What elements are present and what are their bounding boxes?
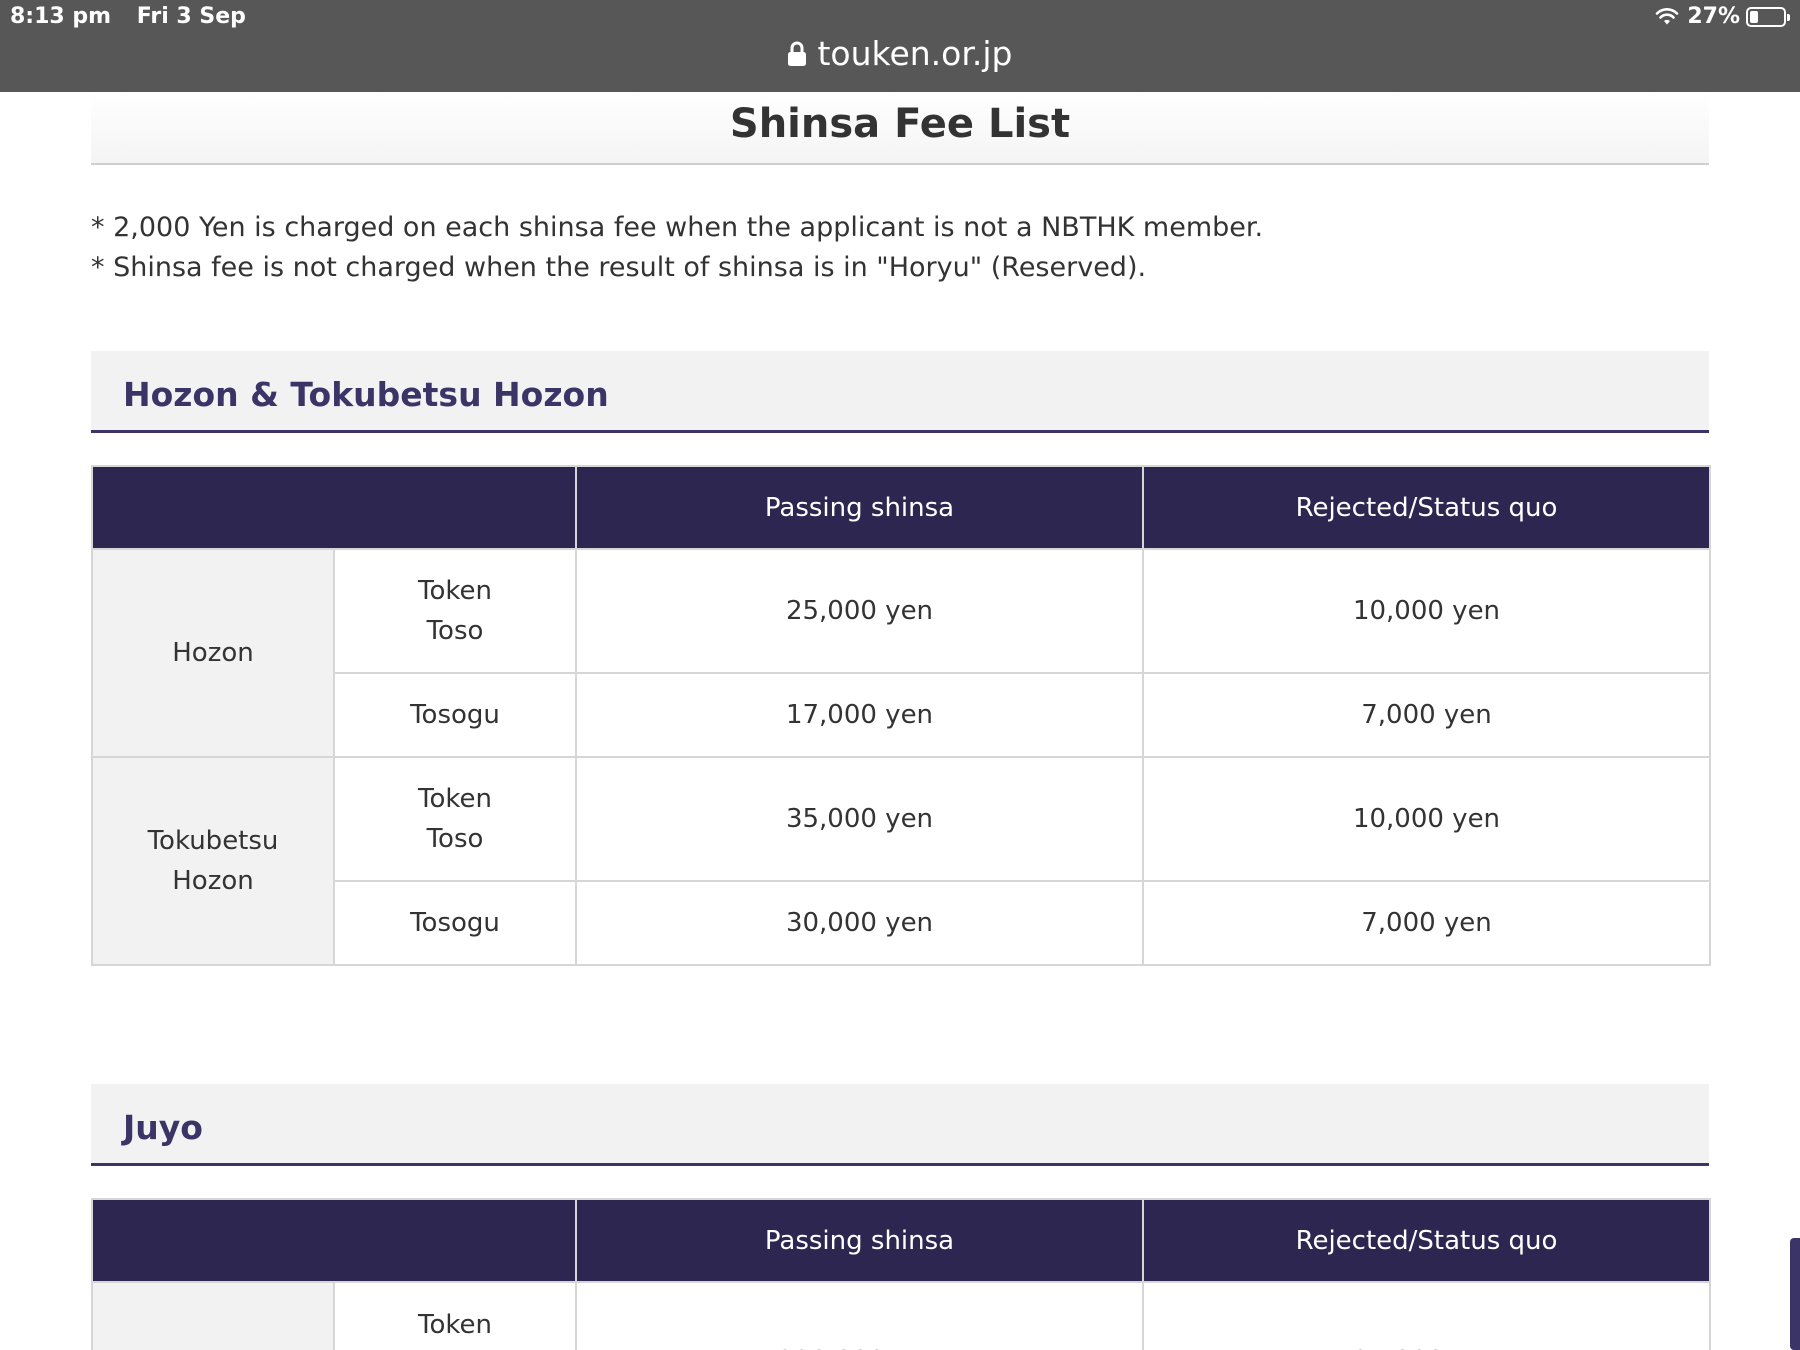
group-juyo bbox=[91, 1281, 335, 1350]
fee-passing: 17,000 yen bbox=[575, 672, 1144, 758]
section-header-hozon: Hozon & Tokubetsu Hozon bbox=[91, 351, 1709, 433]
status-left: 8:13 pm Fri 3 Sep bbox=[10, 4, 264, 29]
browser-top-bar: 8:13 pm Fri 3 Sep 27% touken.or.jp bbox=[0, 0, 1800, 92]
fee-passing: 220,000 yen bbox=[575, 1281, 1144, 1350]
status-date: Fri 3 Sep bbox=[136, 4, 246, 29]
fee-rejected: 7,000 yen bbox=[1142, 880, 1711, 966]
table-row: Token 220,000 yen 21,000 yen bbox=[91, 1281, 1711, 1350]
header-blank bbox=[91, 1198, 577, 1283]
group-tokubetsu-hozon: Tokubetsu Hozon bbox=[91, 756, 335, 966]
note-non-member: * 2,000 Yen is charged on each shinsa fe… bbox=[91, 212, 1264, 243]
fee-passing: 25,000 yen bbox=[575, 548, 1144, 674]
status-right: 27% bbox=[1655, 4, 1790, 29]
scrollbar-thumb[interactable] bbox=[1790, 1238, 1800, 1350]
fee-table-hozon: Passing shinsa Rejected/Status quo Hozon… bbox=[91, 465, 1711, 966]
header-passing: Passing shinsa bbox=[575, 465, 1144, 550]
fee-rejected: 21,000 yen bbox=[1142, 1281, 1711, 1350]
fee-rejected: 10,000 yen bbox=[1142, 548, 1711, 674]
fee-passing: 30,000 yen bbox=[575, 880, 1144, 966]
wifi-icon bbox=[1656, 7, 1679, 24]
battery-icon bbox=[1746, 6, 1790, 27]
fee-rejected: 10,000 yen bbox=[1142, 756, 1711, 882]
header-passing: Passing shinsa bbox=[575, 1198, 1144, 1283]
page-title: Shinsa Fee List bbox=[729, 101, 1071, 147]
header-rejected: Rejected/Status quo bbox=[1142, 465, 1711, 550]
url-text: touken.or.jp bbox=[817, 34, 1013, 73]
section-title: Juyo bbox=[123, 1108, 203, 1147]
header-rejected: Rejected/Status quo bbox=[1142, 1198, 1711, 1283]
fee-table-juyo: Passing shinsa Rejected/Status quo Token… bbox=[91, 1198, 1711, 1350]
table-row: Tokubetsu Hozon Token Toso 35,000 yen 10,0… bbox=[91, 756, 1711, 966]
table-header-row: Passing shinsa Rejected/Status quo bbox=[91, 1198, 1711, 1283]
group-hozon: Hozon bbox=[91, 548, 335, 758]
table-row: Hozon Token Toso 25,000 yen 10,000 yen bbox=[91, 548, 1711, 758]
lock-icon bbox=[788, 41, 807, 66]
fee-rejected: 7,000 yen bbox=[1142, 672, 1711, 758]
item-tosogu: Tosogu bbox=[333, 672, 577, 758]
table-row: Tosogu 17,000 yen 7,000 yen bbox=[92, 672, 1711, 758]
page-header: Shinsa Fee List bbox=[91, 92, 1709, 165]
table-row: Tosogu 30,000 yen 7,000 yen bbox=[92, 880, 1711, 966]
status-time: 8:13 pm bbox=[10, 4, 112, 29]
note-horyu: * Shinsa fee is not charged when the res… bbox=[91, 252, 1147, 283]
item-token-toso: Token Toso bbox=[333, 756, 577, 882]
item-tosogu: Tosogu bbox=[333, 880, 577, 966]
battery-percent: 27% bbox=[1687, 4, 1740, 29]
fee-passing: 35,000 yen bbox=[575, 756, 1144, 882]
item-token: Token bbox=[333, 1281, 577, 1350]
item-token-toso: Token Toso bbox=[333, 548, 577, 674]
section-title: Hozon & Tokubetsu Hozon bbox=[123, 375, 609, 414]
section-header-juyo: Juyo bbox=[91, 1084, 1709, 1166]
table-header-row: Passing shinsa Rejected/Status quo bbox=[91, 465, 1711, 550]
fee-notes: * 2,000 Yen is charged on each shinsa fe… bbox=[91, 208, 1263, 288]
header-blank bbox=[91, 465, 577, 550]
address-bar[interactable]: touken.or.jp bbox=[0, 34, 1800, 73]
